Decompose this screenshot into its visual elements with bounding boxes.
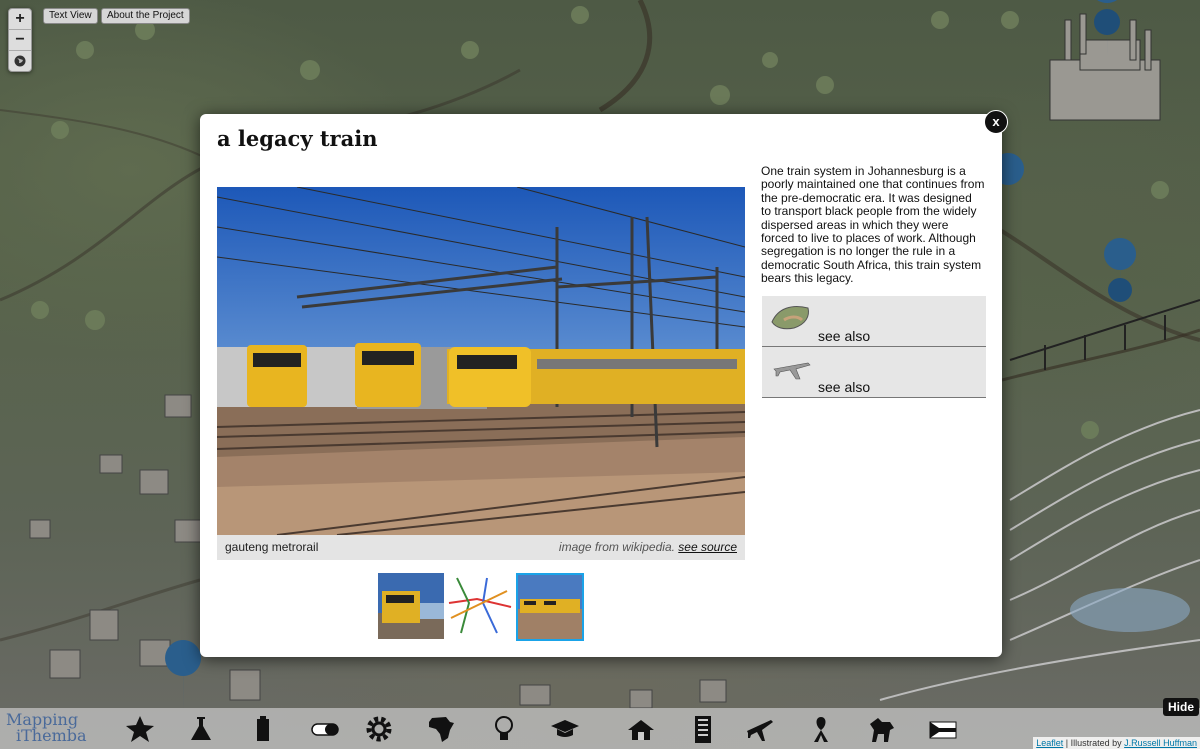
text-view-button[interactable]: Text View [43, 8, 98, 24]
train-yard-thumb [518, 575, 582, 639]
ribbon-icon[interactable] [806, 714, 836, 744]
info-modal: a legacy train gauteng metrorail image f… [200, 114, 1002, 657]
rail-map-thumb [447, 573, 513, 639]
see-also-item-2[interactable]: see also [762, 347, 986, 398]
thumbnail-2[interactable] [447, 573, 513, 639]
image-source-text: image from wikipedia. [558, 540, 675, 554]
star-icon[interactable] [125, 714, 155, 744]
globe-reset-button[interactable] [9, 51, 31, 71]
zoom-in-button[interactable]: + [9, 9, 31, 30]
house-icon[interactable] [626, 714, 656, 744]
map-attribution: Leaflet | Illustrated by J.Russell Huffm… [1033, 737, 1200, 749]
modal-description: One train system in Johannesburg is a po… [761, 164, 985, 286]
modal-title: a legacy train [217, 126, 378, 151]
hide-bar-button[interactable]: Hide [1163, 698, 1200, 716]
illustrator-link[interactable]: J.Russell Huffman [1124, 738, 1197, 748]
airplane-icon [773, 362, 811, 380]
attribution-separator: | Illustrated by [1063, 738, 1125, 748]
train-photo-thumb [378, 573, 444, 639]
see-also-label: see also [818, 379, 871, 395]
zoom-control: + − [8, 8, 32, 72]
horse-icon[interactable] [866, 714, 896, 744]
flag-icon[interactable] [928, 714, 958, 744]
thumbnail-1[interactable] [378, 573, 444, 639]
pill-icon[interactable] [310, 714, 340, 744]
category-bar [0, 708, 1200, 749]
lightbulb-icon[interactable] [489, 714, 519, 744]
image-source: image from wikipedia. see source [559, 535, 737, 560]
zoom-out-button[interactable]: − [9, 30, 31, 51]
image-caption: gauteng metrorail [225, 540, 319, 554]
main-photo [217, 187, 745, 535]
train-photo-image [217, 187, 745, 535]
about-project-button[interactable]: About the Project [101, 8, 190, 24]
see-also-label: see also [818, 328, 871, 344]
airplane-icon[interactable] [744, 714, 774, 744]
battery-icon[interactable] [248, 714, 278, 744]
close-button[interactable]: x [984, 110, 1008, 134]
building-icon[interactable] [688, 714, 718, 744]
mapping-ithemba-logo[interactable]: Mapping iThemba [6, 712, 87, 744]
leaflet-link[interactable]: Leaflet [1036, 738, 1063, 748]
see-also-item-1[interactable]: see also [762, 296, 986, 347]
image-caption-bar: gauteng metrorail image from wikipedia. … [217, 535, 745, 560]
africa-icon[interactable] [426, 714, 456, 744]
globe-icon [14, 55, 26, 67]
see-source-link[interactable]: see source [678, 540, 737, 554]
landscape-icon [771, 306, 809, 330]
flask-icon[interactable] [186, 714, 216, 744]
graduation-cap-icon[interactable] [550, 714, 580, 744]
thumbnail-3-selected[interactable] [516, 573, 584, 641]
logo-line-2: iThemba [16, 726, 87, 745]
gear-icon[interactable] [364, 714, 394, 744]
